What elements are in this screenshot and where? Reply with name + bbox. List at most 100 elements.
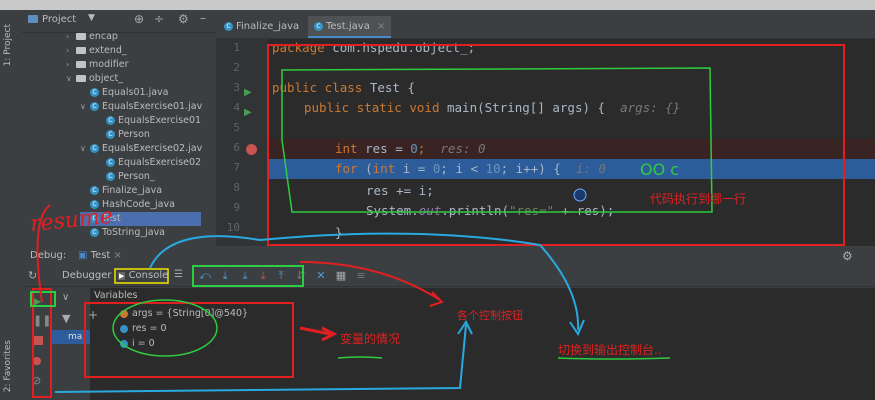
tree-item-label: Person: [118, 129, 150, 140]
step-over-icon[interactable]: ⤓: [218, 269, 232, 283]
editor-tab-bar: CFinalize_java × CTest.java ×: [216, 10, 875, 39]
left-tool-strip: 1: Project 2: Favorites: [0, 10, 23, 400]
tree-item-label: EqualsExercise01.jav: [102, 101, 203, 112]
tree-item-label: EqualsExercise01: [118, 115, 202, 126]
locate-icon[interactable]: ⊕: [134, 12, 144, 26]
mute-breakpoints-icon[interactable]: ⊘: [32, 374, 41, 387]
tree-item[interactable]: C Person: [96, 128, 150, 142]
tree-item[interactable]: C Finalize_java: [80, 184, 162, 198]
class-icon: C: [106, 158, 115, 167]
stop-icon[interactable]: [34, 336, 43, 345]
show-execution-point-icon[interactable]: ⤺: [198, 269, 212, 283]
project-tool-tab[interactable]: 1: Project: [3, 24, 13, 66]
code-line-1[interactable]: package com.hspedu.object_;: [272, 38, 475, 58]
chevron-right-icon[interactable]: ›: [66, 44, 76, 58]
tree-item[interactable]: ∨ C EqualsExercise02.jav: [80, 142, 202, 156]
variable-row[interactable]: i = 0: [120, 338, 155, 349]
tree-item[interactable]: C Person_: [96, 170, 155, 184]
chevron-down-icon[interactable]: ∨: [80, 100, 90, 114]
trace-icon[interactable]: ≡: [354, 269, 368, 283]
debug-title-bar: Debug: ▣ Test × ⚙: [22, 246, 875, 267]
class-icon: C: [90, 144, 99, 153]
collapse-icon[interactable]: ÷: [154, 12, 164, 26]
tab-console[interactable]: ▶ Console: [118, 270, 168, 281]
code-line-10[interactable]: }: [335, 223, 343, 243]
view-breakpoints-icon[interactable]: ●: [32, 354, 42, 367]
variable-icon: [120, 309, 128, 318]
force-step-into-icon[interactable]: ⤓: [256, 269, 270, 283]
annotation-variables: 变量的情况: [340, 332, 401, 346]
code-line-8[interactable]: res += i;: [366, 181, 434, 201]
evaluate-expression-icon[interactable]: ▦: [334, 269, 348, 283]
restart-icon[interactable]: ↻: [28, 269, 37, 282]
gear-icon[interactable]: ⚙: [842, 246, 853, 266]
filter-icon[interactable]: ▼: [62, 312, 70, 325]
chevron-right-icon[interactable]: ›: [66, 30, 76, 44]
tree-item[interactable]: › encap: [66, 30, 118, 44]
run-to-cursor-icon[interactable]: ✕: [314, 269, 328, 283]
close-icon[interactable]: ×: [377, 21, 385, 32]
pause-icon[interactable]: ❚❚: [33, 314, 51, 327]
tree-item[interactable]: C EqualsExercise02: [96, 156, 201, 170]
tree-item-label: Finalize_java: [102, 185, 163, 196]
variables-panel: Variables + args = {String[0]@540} res =…: [88, 288, 875, 400]
variable-row[interactable]: args = {String[0]@540}: [120, 308, 248, 319]
variable-icon: [120, 339, 128, 348]
chevron-right-icon[interactable]: ›: [66, 58, 76, 72]
debug-side-controls: ▶ ❚❚ ● ⊘: [30, 288, 51, 400]
tab-finalize-java[interactable]: CFinalize_java ×: [218, 16, 321, 38]
drop-frame-icon[interactable]: ⇵: [294, 269, 308, 283]
tab-debugger[interactable]: Debugger: [62, 270, 112, 281]
step-out-icon[interactable]: ⤒: [274, 269, 288, 283]
tree-item[interactable]: › extend_: [66, 44, 127, 58]
chevron-down-icon[interactable]: ∨: [66, 72, 76, 86]
hide-panel-icon[interactable]: –: [200, 11, 206, 25]
line-number: 1: [233, 41, 240, 54]
step-into-icon[interactable]: ⤓: [238, 269, 252, 283]
breakpoint-icon[interactable]: [246, 144, 257, 155]
code-line-9[interactable]: System.out.println("res=" + res);: [366, 201, 614, 221]
code-line-6[interactable]: int res = 0; res: 0: [335, 139, 486, 159]
run-gutter-icon[interactable]: ▶: [244, 87, 252, 98]
gear-icon[interactable]: ⚙: [178, 12, 189, 26]
run-gutter-icon[interactable]: ▶: [244, 107, 252, 118]
tree-item[interactable]: › modifier: [66, 58, 128, 72]
annotation-which-line: 代码执行到哪一行: [650, 192, 747, 206]
dropdown-arrow-icon[interactable]: ▼: [88, 13, 95, 23]
debug-panel: Debug: ▣ Test × ⚙ ↻ Debugger ▶ Console ☰…: [22, 246, 875, 400]
project-title[interactable]: Project: [42, 14, 76, 25]
tree-item[interactable]: C Equals01.java: [80, 86, 168, 100]
variables-header: Variables: [94, 290, 138, 301]
project-folder-icon: [28, 15, 38, 23]
folder-icon: [76, 47, 86, 54]
code-line-7[interactable]: for (int i = 0; i < 10; i++) { i: 0: [335, 159, 606, 179]
chevron-down-icon[interactable]: ∨: [62, 292, 69, 303]
tree-item[interactable]: ∨ object_: [66, 72, 123, 86]
tab-test-java[interactable]: C Test.java ×: [308, 16, 392, 38]
close-icon[interactable]: ×: [114, 250, 122, 261]
debug-run-tab[interactable]: ▣ Test ×: [78, 246, 122, 266]
code-line-4[interactable]: public static void main(String[] args) {…: [304, 98, 680, 118]
favorites-tool-tab[interactable]: 2: Favorites: [3, 340, 13, 392]
resume-icon[interactable]: ▶: [32, 294, 41, 308]
chevron-down-icon[interactable]: ∨: [80, 142, 90, 156]
code-line-3[interactable]: public class Test {: [272, 78, 415, 98]
tree-item[interactable]: ∨ C EqualsExercise01.jav: [80, 100, 202, 114]
debug-toolbar: ↻ Debugger ▶ Console ☰ ⤺ ⤓ ⤓ ⤓ ⤒ ⇵ ✕ ▦ ≡: [22, 266, 875, 287]
tree-item-label: Person_: [118, 171, 155, 182]
tree-item-label: HashCode_java: [102, 199, 175, 210]
line-number: 8: [233, 181, 240, 194]
console-icon: ▶: [118, 272, 126, 280]
class-icon: C: [90, 186, 99, 195]
class-icon: C: [224, 21, 233, 31]
class-icon: C: [106, 172, 115, 181]
add-watch-icon[interactable]: +: [88, 308, 98, 322]
menu-icon[interactable]: ☰: [174, 269, 183, 280]
variable-row[interactable]: res = 0: [120, 323, 167, 334]
frame-item[interactable]: ma: [52, 330, 90, 344]
editor-gutter[interactable]: 1 2 3 4 5 6 7 8 9 10 ▶ ▶: [216, 38, 268, 246]
line-number: 4: [233, 101, 240, 114]
annotation-buttons: 各个控制按钮: [457, 309, 523, 322]
tree-item[interactable]: C EqualsExercise01: [96, 114, 201, 128]
line-number: 7: [233, 161, 240, 174]
